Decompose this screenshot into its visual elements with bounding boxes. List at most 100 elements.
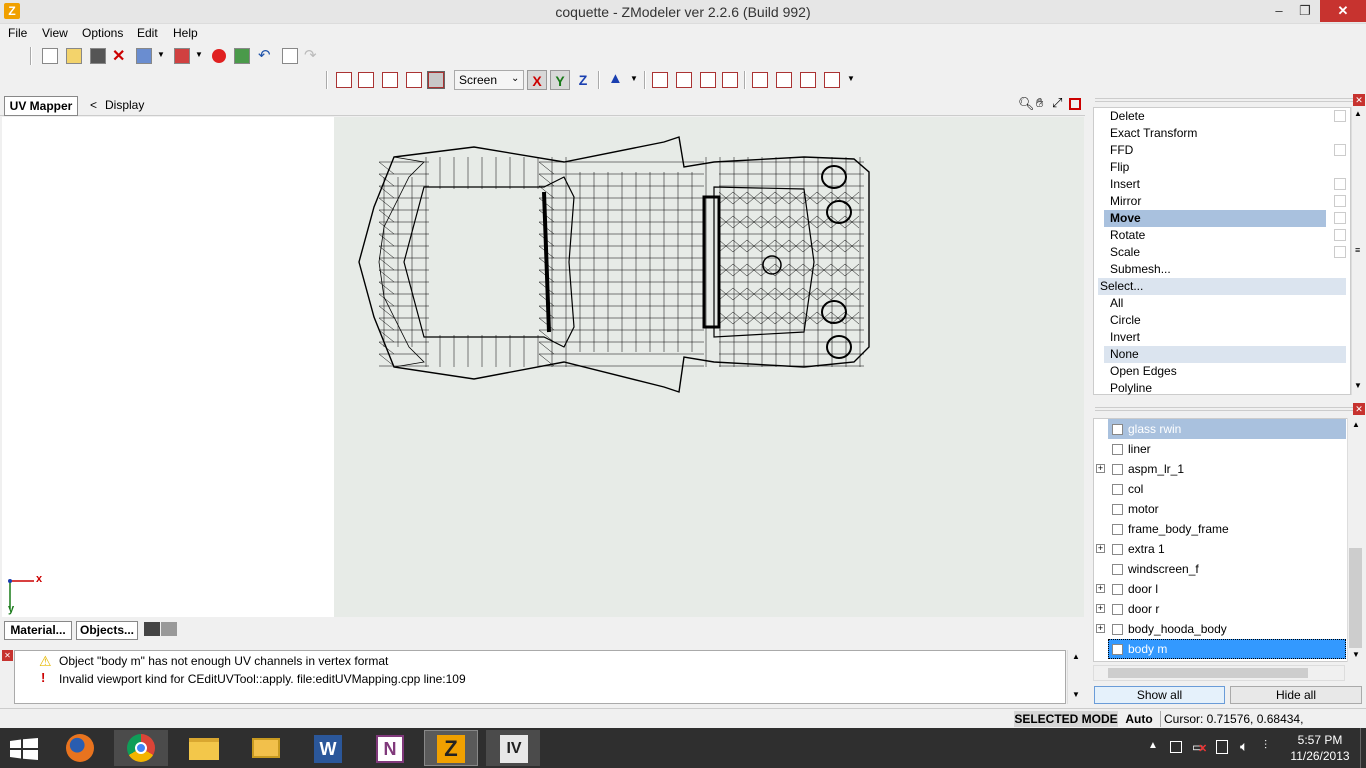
action-center-icon[interactable] <box>1170 741 1182 753</box>
object-tree-item[interactable]: + aspm_lr_1 <box>1094 459 1346 479</box>
axis-x-toggle[interactable]: X <box>527 70 547 90</box>
maximize-viewport-icon[interactable] <box>1069 98 1081 110</box>
object-tree-item[interactable]: frame_body_frame <box>1094 519 1346 539</box>
hide-all-button[interactable]: Hide all <box>1230 686 1362 704</box>
command-options-checkbox[interactable] <box>1334 144 1346 156</box>
close-icon[interactable]: ✕ <box>1353 94 1365 106</box>
object-visibility-checkbox[interactable] <box>1112 504 1123 515</box>
delete-icon[interactable]: ✕ <box>112 46 125 66</box>
pivot-icon[interactable] <box>752 72 768 88</box>
object-visibility-checkbox[interactable] <box>1112 604 1123 615</box>
expand-plus-icon[interactable]: + <box>1096 604 1105 613</box>
command-item[interactable]: Insert <box>1110 176 1332 193</box>
snap-edge-icon[interactable] <box>700 72 716 88</box>
texture-icon[interactable] <box>234 48 250 64</box>
notes-icon[interactable] <box>282 48 298 64</box>
new-file-icon[interactable] <box>42 48 58 64</box>
restore-button[interactable]: ❐ <box>1288 0 1322 22</box>
export-icon[interactable] <box>174 48 190 64</box>
command-options-checkbox[interactable] <box>1334 110 1346 122</box>
wifi-icon[interactable]: ⫶ <box>1264 738 1267 753</box>
command-item[interactable]: Polyline <box>1110 380 1332 397</box>
snap-grid-icon[interactable] <box>722 72 738 88</box>
show-desktop-button[interactable] <box>1360 728 1366 768</box>
chevron-down-icon[interactable]: ▼ <box>157 50 165 59</box>
magnet-icon[interactable] <box>652 72 668 88</box>
walk-icon[interactable] <box>800 72 816 88</box>
outlook-icon[interactable] <box>238 730 292 766</box>
command-item[interactable]: Flip <box>1110 159 1332 176</box>
object-tree-item[interactable]: col <box>1094 479 1346 499</box>
command-item[interactable]: None <box>1104 346 1346 363</box>
redo-icon[interactable]: ↷ <box>304 46 317 64</box>
object-tree-item[interactable]: liner <box>1094 439 1346 459</box>
menu-view[interactable]: View <box>42 26 68 40</box>
object-mode-icon[interactable] <box>406 72 422 88</box>
settings-icon[interactable] <box>824 72 840 88</box>
word-icon[interactable]: W <box>300 730 354 766</box>
gta-iv-icon[interactable]: IV <box>486 730 540 766</box>
command-options-checkbox[interactable] <box>1334 178 1346 190</box>
space-select[interactable]: Screen ⌄ <box>454 70 524 90</box>
command-item[interactable]: Circle <box>1110 312 1332 329</box>
object-tree-item[interactable]: + door l <box>1094 579 1346 599</box>
command-item[interactable]: Exact Transform <box>1110 125 1332 142</box>
object-visibility-checkbox[interactable] <box>1112 584 1123 595</box>
command-options-checkbox[interactable] <box>1334 246 1346 258</box>
onenote-icon[interactable]: N <box>362 730 416 766</box>
helper-icon[interactable] <box>776 72 792 88</box>
axis-z-toggle[interactable]: Z <box>573 70 593 90</box>
object-tree-item[interactable]: windscreen_f <box>1094 559 1346 579</box>
chevron-down-icon[interactable]: ▼ <box>195 50 203 59</box>
explorer-icon[interactable] <box>176 730 230 766</box>
expand-plus-icon[interactable]: + <box>1096 584 1105 593</box>
record-icon[interactable] <box>212 49 226 63</box>
log-scrollbar[interactable]: ▲ ▼ <box>1067 650 1083 704</box>
edge-mode-icon[interactable] <box>358 72 374 88</box>
status-auto[interactable]: Auto <box>1122 711 1156 727</box>
selected-mode-icon[interactable] <box>427 71 445 89</box>
material-tab[interactable]: Material... <box>4 621 72 640</box>
zmodeler-icon[interactable]: Z <box>424 730 478 766</box>
volume-icon[interactable]: 🔈︎ <box>1240 738 1248 755</box>
battery-icon[interactable] <box>1216 740 1228 754</box>
layout-split-icon[interactable] <box>161 622 177 636</box>
command-item[interactable]: Mirror <box>1110 193 1332 210</box>
expand-plus-icon[interactable]: + <box>1096 544 1105 553</box>
clock-time[interactable]: 5:57 PM <box>1290 733 1350 747</box>
expand-plus-icon[interactable]: + <box>1096 464 1105 473</box>
commands-scrollbar[interactable]: ▲ ≡ ▼ <box>1351 107 1365 395</box>
object-visibility-checkbox[interactable] <box>1112 544 1123 555</box>
objects-tab[interactable]: Objects... <box>76 621 138 640</box>
object-tree-item[interactable]: + door r <box>1094 599 1346 619</box>
chevron-down-icon[interactable]: ▼ <box>630 74 638 83</box>
zoom-icon[interactable]: 🔍︎ <box>1018 96 1035 112</box>
command-item[interactable]: Delete <box>1110 108 1332 125</box>
import-icon[interactable] <box>136 48 152 64</box>
firefox-icon[interactable] <box>54 730 108 766</box>
face-mode-icon[interactable] <box>382 72 398 88</box>
tray-expand-icon[interactable]: ▲ <box>1148 740 1158 751</box>
object-visibility-checkbox[interactable] <box>1112 644 1123 655</box>
command-item[interactable]: Submesh... <box>1110 261 1332 278</box>
object-visibility-checkbox[interactable] <box>1112 624 1123 635</box>
object-tree-item[interactable]: motor <box>1094 499 1346 519</box>
menu-options[interactable]: Options <box>82 26 123 40</box>
command-item[interactable]: FFD <box>1110 142 1332 159</box>
close-icon[interactable]: ✕ <box>1353 403 1365 415</box>
object-tree-item[interactable]: + extra 1 <box>1094 539 1346 559</box>
clock-date[interactable]: 11/26/2013 <box>1288 749 1352 763</box>
command-item[interactable]: Open Edges <box>1110 363 1332 380</box>
undo-icon[interactable]: ↶ <box>258 46 271 64</box>
object-tree-item[interactable]: body m <box>1094 639 1346 659</box>
menu-help[interactable]: Help <box>173 26 198 40</box>
object-visibility-checkbox[interactable] <box>1112 484 1123 495</box>
command-item[interactable]: Invert <box>1110 329 1332 346</box>
menu-edit[interactable]: Edit <box>137 26 158 40</box>
object-visibility-checkbox[interactable] <box>1112 424 1123 435</box>
breadcrumb-display[interactable]: Display <box>105 98 144 112</box>
command-item[interactable]: All <box>1110 295 1332 312</box>
windows-start-icon[interactable] <box>10 738 38 760</box>
objects-scrollbar[interactable]: ▲ ▼ <box>1347 418 1363 662</box>
vertex-mode-icon[interactable] <box>336 72 352 88</box>
